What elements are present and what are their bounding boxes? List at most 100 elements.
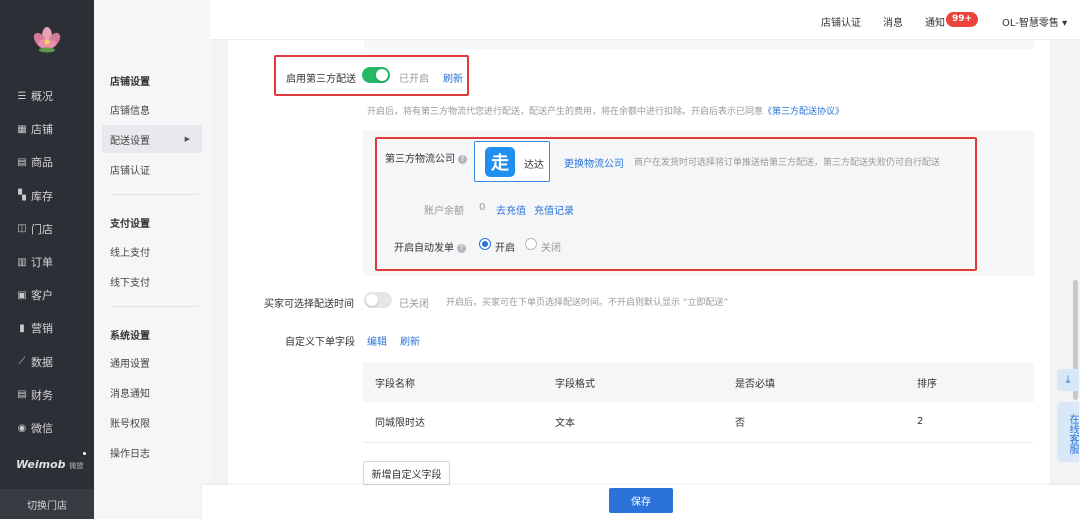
table-row: 同城限时达 文本 否 2 xyxy=(363,402,1034,443)
enable-third-party-toggle[interactable] xyxy=(362,67,390,83)
sidebar-item-label: 概况 xyxy=(31,90,53,103)
dada-logo-icon: 走 xyxy=(485,147,515,177)
auto-dispatch-label-text: 开启自动发单 xyxy=(394,243,454,254)
sidebar-item-label: 库存 xyxy=(31,189,53,203)
sidebar-item-data[interactable]: ⟋ 数据 xyxy=(0,349,94,375)
sidebar-item-shop[interactable]: ◫ 门店 xyxy=(0,216,94,242)
sidebar-item-label: 商品 xyxy=(31,156,53,170)
delivery-settings-panel: 启用第三方配送 已开启 刷新 开启后，将有第三方物流代您进行配送，配送产生的费用… xyxy=(228,40,1050,519)
panel-top-strip xyxy=(364,40,1034,49)
column-header-required: 是否必填 xyxy=(723,362,905,402)
divider xyxy=(110,194,198,195)
agreement-link[interactable]: 《第三方配送协议》 xyxy=(763,107,844,117)
sidebar-item-online-pay[interactable]: 线上支付 xyxy=(102,237,202,265)
auto-dispatch-off-radio[interactable] xyxy=(525,238,537,250)
cell-field-format: 文本 xyxy=(543,402,723,443)
sidebar-item-offline-pay[interactable]: 线下支付 xyxy=(102,267,202,295)
sidebar-item-label: 数据 xyxy=(31,355,53,369)
sidebar-item-label: 店铺 xyxy=(31,123,53,137)
balance-value: 0 xyxy=(479,202,486,213)
toggle-knob xyxy=(376,69,388,81)
sidebar-item-order[interactable]: ▥ 订单 xyxy=(0,249,94,275)
sidebar-item-store-info[interactable]: 店铺信息 xyxy=(102,95,202,123)
buyer-time-note: 开启后，买家可在下单页选择配送时间。不开启则默认显示 “立即配送” xyxy=(446,298,729,308)
table-header-row: 字段名称 字段格式 是否必填 排序 xyxy=(363,362,1034,402)
online-service-button[interactable]: 在线客服 xyxy=(1057,402,1079,462)
refresh-link[interactable]: 刷新 xyxy=(443,70,463,85)
cell-field-name: 同城限时达 xyxy=(363,402,543,443)
sidebar-item-label: 门店 xyxy=(31,222,53,236)
group-title-system-settings: 系统设置 xyxy=(110,331,150,342)
notify-link[interactable]: 通知 xyxy=(925,14,945,29)
sidebar-item-inventory[interactable]: ▚ 库存 xyxy=(0,183,94,209)
sidebar-item-overview[interactable]: ☰ 概况 xyxy=(0,83,94,109)
note-text: 开启后，将有第三方物流代您进行配送，配送产生的费用，将在余额中进行扣除。开启后表… xyxy=(367,107,764,117)
custom-fields-refresh-link[interactable]: 刷新 xyxy=(400,333,420,348)
auto-dispatch-label: 开启自动发单? xyxy=(394,239,466,254)
messages-link[interactable]: 消息 xyxy=(883,14,903,29)
sidebar-item-label: 订单 xyxy=(31,256,53,269)
customer-icon: ▣ xyxy=(17,289,27,301)
enable-state-text: 已开启 xyxy=(399,74,429,85)
buyer-time-label: 买家可选择配送时间 xyxy=(264,299,354,310)
courier-label-text: 第三方物流公司 xyxy=(385,154,455,165)
save-button[interactable]: 保存 xyxy=(609,488,673,513)
main-sidebar: ☰ 概况 ▦ 店铺 ▤ 商品 ▚ 库存 ◫ 门店 ▥ 订单 ▣ 客户 ▮ 营销 ⟋ 数据 ▤ 财务 ◉ 微信 Weimob… xyxy=(0,0,94,519)
account-menu[interactable]: OL-智慧零售 ▾ xyxy=(1002,14,1067,29)
buyer-time-toggle[interactable] xyxy=(364,292,392,308)
auto-dispatch-off-label[interactable]: 关闭 xyxy=(541,239,561,254)
account-name: OL-智慧零售 xyxy=(1002,18,1059,29)
column-header-field-format: 字段格式 xyxy=(543,362,723,402)
sidebar-item-goods[interactable]: ▤ 商品 xyxy=(0,149,94,175)
sidebar-item-label: 配送设置 xyxy=(110,135,150,147)
group-title-store-settings: 店铺设置 xyxy=(110,77,150,88)
order-icon: ▥ xyxy=(17,256,27,268)
help-icon[interactable]: ? xyxy=(457,244,466,253)
cell-required: 否 xyxy=(723,402,905,443)
help-icon[interactable]: ? xyxy=(458,155,467,164)
brand-logo: Weimob 微盟 xyxy=(16,458,84,471)
sidebar-item-delivery-settings[interactable]: 配送设置 ▶ xyxy=(102,125,202,153)
sidebar-item-permissions[interactable]: 账号权限 xyxy=(102,408,202,436)
buyer-time-state: 已关闭 xyxy=(399,299,429,310)
finance-icon: ▤ xyxy=(17,389,27,401)
auto-dispatch-on-label[interactable]: 开启 xyxy=(495,239,515,254)
footer-bar: 保存 xyxy=(202,485,1080,519)
marketing-icon: ▮ xyxy=(19,322,25,334)
sidebar-item-general[interactable]: 通用设置 xyxy=(102,348,202,376)
courier-note: 商户在发货时可选择将订单推送给第三方配送，第三方配送失败仍可自行配送 xyxy=(634,158,941,168)
custom-fields-edit-link[interactable]: 编辑 xyxy=(367,333,387,348)
sidebar-item-marketing[interactable]: ▮ 营销 xyxy=(0,315,94,341)
download-icon[interactable]: ⤓ xyxy=(1057,369,1079,391)
courier-name: 达达 xyxy=(524,160,544,171)
store-cert-link[interactable]: 店铺认证 xyxy=(821,14,861,29)
sidebar-item-wechat[interactable]: ◉ 微信 xyxy=(0,415,94,441)
sidebar-item-store[interactable]: ▦ 店铺 xyxy=(0,116,94,142)
switch-store-button[interactable]: 切换门店 xyxy=(0,489,94,519)
custom-fields-table: 字段名称 字段格式 是否必填 排序 同城限时达 文本 否 2 xyxy=(363,362,1034,443)
column-header-order: 排序 xyxy=(905,362,1034,402)
sidebar-item-label: 营销 xyxy=(31,322,53,336)
change-courier-link[interactable]: 更换物流公司 xyxy=(564,155,624,170)
balance-label: 账户余额 xyxy=(424,206,464,217)
chevron-right-icon: ▶ xyxy=(184,135,190,143)
store-icon: ▦ xyxy=(17,123,27,135)
brand-dot xyxy=(83,452,86,455)
goods-icon: ▤ xyxy=(17,156,27,168)
cell-order: 2 xyxy=(905,402,1034,443)
recharge-log-link[interactable]: 充值记录 xyxy=(534,202,574,217)
courier-label: 第三方物流公司? xyxy=(385,150,467,165)
auto-dispatch-on-radio[interactable] xyxy=(479,238,491,250)
third-party-note: 开启后，将有第三方物流代您进行配送，配送产生的费用，将在余额中进行扣除。开启后表… xyxy=(367,104,844,117)
sidebar-item-customer[interactable]: ▣ 客户 xyxy=(0,282,94,308)
chevron-down-icon: ▾ xyxy=(1062,18,1068,29)
toggle-knob xyxy=(366,294,378,306)
app-logo xyxy=(33,27,61,53)
sidebar-item-notifications[interactable]: 消息通知 xyxy=(102,378,202,406)
sidebar-item-operation-log[interactable]: 操作日志 xyxy=(102,438,202,466)
recharge-link[interactable]: 去充值 xyxy=(496,202,526,217)
sidebar-item-store-cert[interactable]: 店铺认证 xyxy=(102,155,202,183)
sidebar-item-finance[interactable]: ▤ 财务 xyxy=(0,382,94,408)
courier-card-dada[interactable]: 走 达达 xyxy=(474,141,550,182)
add-custom-field-button[interactable]: 新增自定义字段 xyxy=(363,461,450,485)
